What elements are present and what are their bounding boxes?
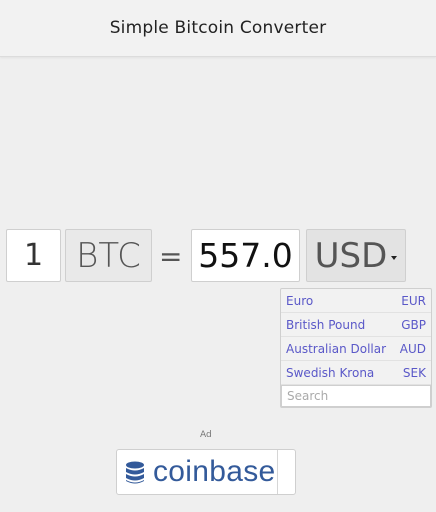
currency-option-name: Swedish Krona bbox=[286, 365, 375, 380]
currency-option-code: EUR bbox=[401, 293, 426, 308]
database-stack-icon bbox=[125, 461, 145, 489]
currency-select-label: USD bbox=[314, 235, 388, 276]
currency-option-code: SEK bbox=[402, 365, 426, 380]
ad-brand-name: coinbase bbox=[153, 455, 276, 488]
currency-option-name: British Pound bbox=[286, 317, 366, 332]
currency-option-name: Euro bbox=[286, 293, 314, 308]
currency-option-gbp[interactable]: British Pound GBP bbox=[281, 313, 431, 337]
ad-divider bbox=[277, 450, 278, 494]
currency-option-aud[interactable]: Australian Dollar AUD bbox=[281, 337, 431, 361]
currency-option-name: Australian Dollar bbox=[286, 341, 387, 356]
app-header: Simple Bitcoin Converter bbox=[0, 0, 436, 57]
from-currency-label: BTC bbox=[65, 229, 152, 282]
currency-search-input[interactable] bbox=[281, 385, 431, 407]
currency-option-code: GBP bbox=[401, 317, 426, 332]
coinbase-ad-banner[interactable]: coinbase bbox=[116, 449, 296, 495]
equals-sign: = bbox=[159, 240, 183, 273]
currency-option-sek[interactable]: Swedish Krona SEK bbox=[281, 361, 431, 385]
result-field: 557.0 bbox=[191, 229, 300, 282]
currency-select-button[interactable]: USD bbox=[306, 229, 406, 282]
page-title: Simple Bitcoin Converter bbox=[109, 18, 327, 38]
ad-label: Ad bbox=[200, 430, 212, 440]
currency-option-eur[interactable]: Euro EUR bbox=[281, 289, 431, 313]
amount-field[interactable]: 1 bbox=[6, 229, 61, 282]
currency-option-code: AUD bbox=[399, 341, 426, 356]
caret-down-icon bbox=[391, 255, 398, 260]
currency-dropdown-menu: Euro EUR British Pound GBP Australian Do… bbox=[280, 288, 432, 408]
